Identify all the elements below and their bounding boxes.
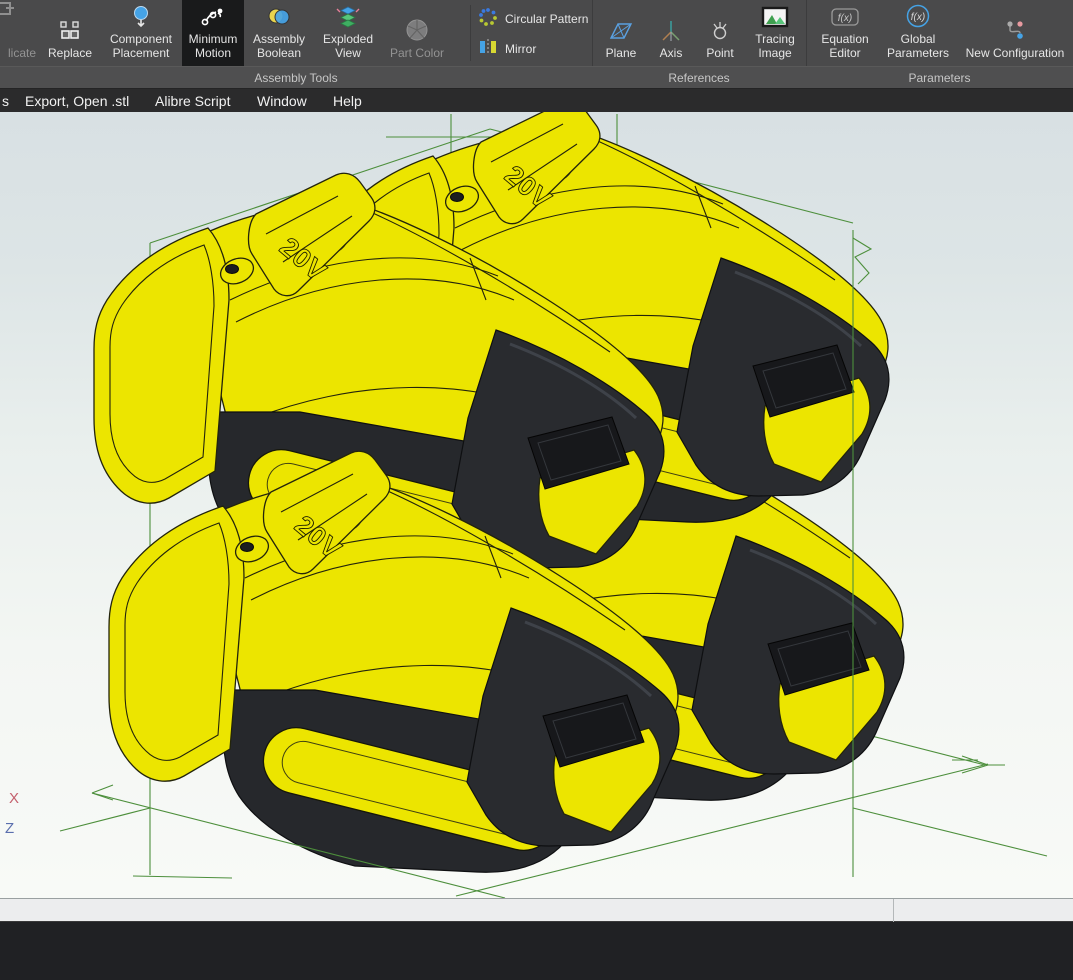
fx-glyph: f(x) (911, 12, 925, 23)
tracing-image-icon (761, 3, 789, 29)
replace-label: Replace (47, 46, 93, 61)
replace-icon (58, 17, 82, 43)
mirror-button[interactable]: Mirror (478, 37, 536, 60)
assembly-boolean-icon (266, 3, 292, 29)
group-label-assembly-tools: Assembly Tools (254, 70, 338, 85)
minimum-motion-label: Minimum Motion (188, 31, 238, 61)
menubar: s Export, Open .stl Alibre Script Window… (0, 88, 1073, 112)
part-color-label: Part Color (389, 46, 445, 61)
component-placement-label: Component Placement (109, 31, 173, 61)
mirror-label: Mirror (505, 41, 537, 56)
viewport-canvas[interactable]: 20V 20V 20V 20V X Z (0, 112, 1073, 898)
circular-pattern-label: Circular Pattern (505, 11, 589, 26)
ribbon: licate Replace Component Placement Minim… (0, 0, 1073, 88)
fx-glyph: f(x) (838, 13, 852, 24)
tracing-image-button[interactable]: Tracing Image (744, 0, 806, 66)
component-placement-icon (129, 3, 153, 29)
axis-button[interactable]: Axis (648, 0, 694, 66)
assembly-boolean-button[interactable]: Assembly Boolean (246, 0, 312, 66)
status-bar (0, 898, 1073, 922)
point-button[interactable]: Point (697, 0, 743, 66)
menu-item-export[interactable]: Export, Open .stl (25, 89, 129, 113)
replace-button[interactable]: Replace (34, 0, 106, 66)
ribbon-group-labels: Assembly Tools References Parameters (0, 66, 1073, 88)
circular-pattern-button[interactable]: Circular Pattern (478, 7, 588, 30)
plane-button[interactable]: Plane (597, 0, 645, 66)
circular-pattern-icon (478, 7, 498, 30)
new-configuration-label: New Configuration (965, 46, 1065, 61)
menu-item-alibre-script[interactable]: Alibre Script (155, 89, 230, 113)
point-icon (708, 17, 732, 43)
3d-viewport[interactable]: 20V 20V 20V 20V X Z (0, 112, 1073, 898)
axis-icon (659, 17, 683, 43)
plane-label: Plane (605, 46, 637, 61)
equation-editor-button[interactable]: f(x) Equation Editor (813, 0, 877, 66)
triad-z-label: Z (5, 820, 14, 837)
exploded-view-icon (336, 3, 360, 29)
global-parameters-icon: f(x) (905, 3, 931, 29)
status-bar-divider (893, 899, 894, 922)
tracing-image-label: Tracing Image (755, 31, 795, 61)
global-parameters-button[interactable]: f(x) Global Parameters (879, 0, 957, 66)
new-configuration-button[interactable]: New Configuration (957, 0, 1073, 66)
triad-x-label: X (9, 790, 19, 807)
part-color-button[interactable]: Part Color (384, 0, 450, 66)
menu-item-help[interactable]: Help (333, 89, 362, 113)
menu-item-partial[interactable]: s (2, 89, 9, 113)
axis-flag-marker (852, 237, 873, 285)
equation-editor-label: Equation Editor (821, 31, 869, 61)
exploded-view-button[interactable]: Exploded View (314, 0, 382, 66)
component-placement-button[interactable]: Component Placement (102, 0, 180, 66)
menu-item-window[interactable]: Window (257, 89, 307, 113)
assembly-boolean-label: Assembly Boolean (252, 31, 305, 61)
minimum-motion-icon (200, 3, 226, 29)
minimum-motion-button[interactable]: Minimum Motion (182, 0, 244, 66)
axis-label: Axis (659, 46, 683, 61)
ribbon-divider (470, 5, 471, 61)
bottom-panel (0, 921, 1073, 980)
group-label-parameters: Parameters (908, 70, 971, 85)
exploded-view-label: Exploded View (322, 31, 374, 61)
global-parameters-label: Global Parameters (886, 31, 950, 61)
equation-editor-icon: f(x) (830, 3, 860, 29)
ribbon-buttons-row: licate Replace Component Placement Minim… (0, 0, 1073, 66)
new-configuration-icon (1003, 17, 1027, 43)
plane-icon (608, 17, 634, 43)
part-color-icon (404, 17, 430, 43)
duplicate-label: licate (7, 46, 36, 61)
mirror-icon (478, 37, 498, 60)
point-label: Point (706, 46, 734, 61)
group-label-references: References (668, 70, 730, 85)
